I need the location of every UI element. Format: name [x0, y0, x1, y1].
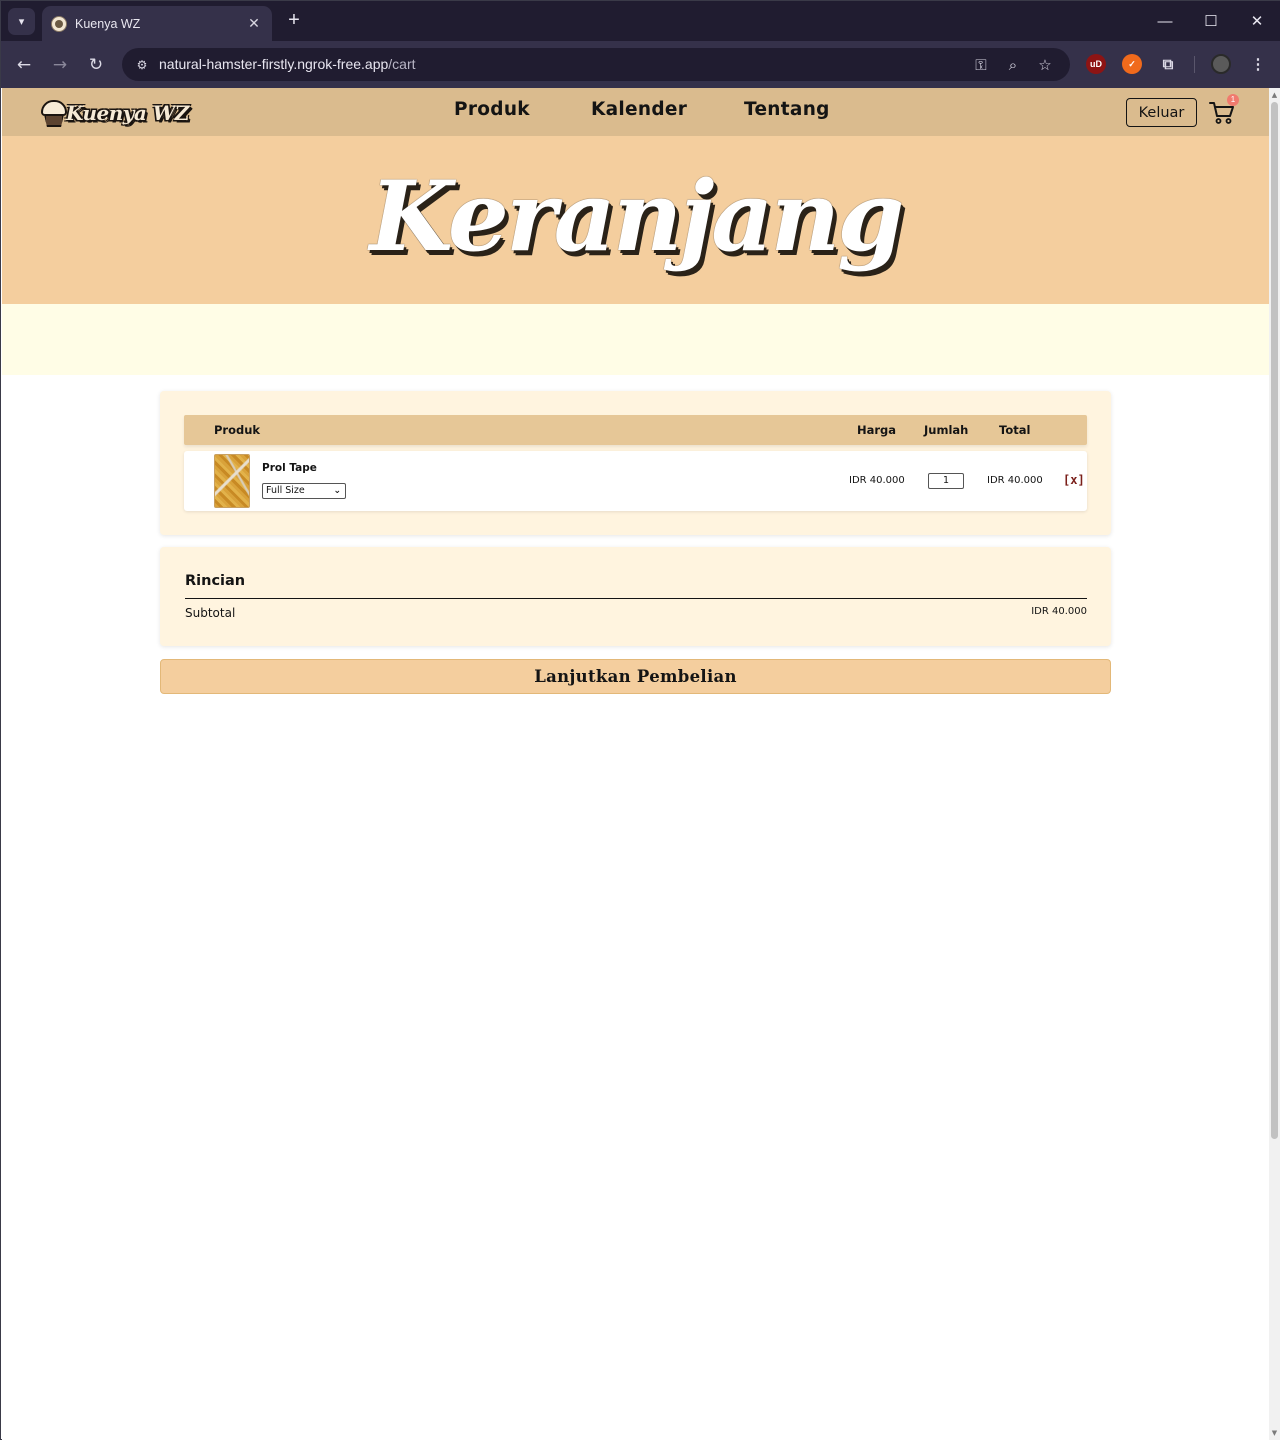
- nav-link-produk[interactable]: Produk: [454, 99, 530, 120]
- remove-item-button[interactable]: [x]: [1063, 473, 1085, 487]
- header-price: Harga: [857, 423, 897, 437]
- header-total: Total: [999, 423, 1031, 437]
- cart-table-header: Produk Harga Jumlah Total: [184, 415, 1087, 445]
- page-scrollbar[interactable]: ▲ ▼: [1269, 88, 1280, 1440]
- item-total: IDR 40.000: [987, 475, 1043, 486]
- nav-link-tentang[interactable]: Tentang: [744, 99, 830, 120]
- muffin-logo-icon: [40, 98, 68, 128]
- bookmark-star-icon[interactable]: ☆: [1034, 54, 1056, 76]
- cart-card: Produk Harga Jumlah Total Prol Tape Full…: [160, 391, 1111, 535]
- variant-selected: Full Size: [266, 485, 305, 496]
- item-price: IDR 40.000: [849, 475, 905, 486]
- summary-divider: [185, 598, 1087, 599]
- header-product: Produk: [214, 423, 261, 437]
- forward-arrow-icon[interactable]: →: [47, 52, 73, 78]
- back-arrow-icon[interactable]: ←: [11, 52, 37, 78]
- logout-button[interactable]: Keluar: [1126, 98, 1197, 127]
- page-title: Keranjang: [369, 160, 905, 273]
- chevron-down-icon: ⌄: [333, 486, 341, 496]
- continue-purchase-button[interactable]: Lanjutkan Pembelian: [160, 659, 1111, 694]
- tab-close-icon[interactable]: ✕: [246, 15, 262, 32]
- browser-tab[interactable]: Kuenya WZ ✕: [42, 6, 272, 41]
- page-viewport: Kuenya WZ Produk Kalender Tentang Keluar…: [2, 88, 1269, 1440]
- window-close-icon[interactable]: ✕: [1234, 1, 1280, 41]
- scroll-down-icon[interactable]: ▼: [1271, 1429, 1278, 1437]
- reload-icon[interactable]: ↻: [83, 52, 109, 78]
- site-navbar: Kuenya WZ Produk Kalender Tentang Keluar…: [2, 88, 1269, 136]
- address-bar[interactable]: ⚙ natural-hamster-firstly.ngrok-free.app…: [122, 48, 1070, 81]
- scroll-thumb[interactable]: [1271, 102, 1278, 1139]
- logo-text: Kuenya WZ: [66, 101, 189, 125]
- header-quantity: Jumlah: [924, 423, 969, 437]
- summary-card: Rincian Subtotal IDR 40.000: [160, 547, 1111, 646]
- variant-select[interactable]: Full Size ⌄: [262, 483, 346, 499]
- extension-orange-icon[interactable]: ✓: [1122, 54, 1142, 74]
- zoom-icon[interactable]: ⌕: [1002, 54, 1024, 76]
- product-image: [214, 454, 250, 508]
- subtotal-value: IDR 40.000: [1031, 606, 1087, 617]
- hero-lower-band: [2, 304, 1269, 375]
- ublock-extension-icon[interactable]: uD: [1086, 54, 1106, 74]
- tab-search-chevron-icon[interactable]: ▾: [8, 8, 35, 35]
- table-row: Prol Tape Full Size ⌄ IDR 40.000 1 IDR 4…: [184, 451, 1087, 511]
- subtotal-label: Subtotal: [185, 606, 236, 620]
- new-tab-plus-icon[interactable]: +: [283, 9, 305, 31]
- url-text[interactable]: natural-hamster-firstly.ngrok-free.app/c…: [159, 56, 416, 72]
- tab-strip: ▾ Kuenya WZ ✕ + — ☐ ✕: [1, 1, 1280, 41]
- toolbar-separator: [1194, 56, 1195, 73]
- site-info-icon[interactable]: ⚙: [130, 53, 154, 77]
- browser-menu-icon[interactable]: ⋮: [1248, 54, 1268, 74]
- browser-toolbar: ← → ↻ ⚙ natural-hamster-firstly.ngrok-fr…: [1, 41, 1280, 88]
- minimize-icon[interactable]: —: [1142, 1, 1188, 41]
- url-path: /cart: [388, 56, 416, 72]
- tab-title: Kuenya WZ: [75, 16, 141, 31]
- profile-avatar-icon[interactable]: [1211, 54, 1231, 74]
- favicon-icon: [51, 15, 67, 32]
- summary-title: Rincian: [185, 573, 246, 589]
- maximize-icon[interactable]: ☐: [1188, 1, 1234, 41]
- quantity-input[interactable]: 1: [928, 473, 964, 489]
- cart-count-badge: 1: [1227, 94, 1239, 106]
- product-name: Prol Tape: [262, 462, 317, 474]
- scroll-up-icon[interactable]: ▲: [1271, 91, 1278, 99]
- browser-window: ▾ Kuenya WZ ✕ + — ☐ ✕ ← → ↻ ⚙ natural-ha…: [0, 0, 1280, 1440]
- password-key-icon[interactable]: ⚿: [970, 54, 992, 76]
- site-logo[interactable]: Kuenya WZ: [40, 97, 189, 129]
- url-host: natural-hamster-firstly.ngrok-free.app: [159, 56, 389, 72]
- extensions-puzzle-icon[interactable]: ⧉: [1158, 54, 1178, 74]
- nav-link-kalender[interactable]: Kalender: [591, 99, 687, 120]
